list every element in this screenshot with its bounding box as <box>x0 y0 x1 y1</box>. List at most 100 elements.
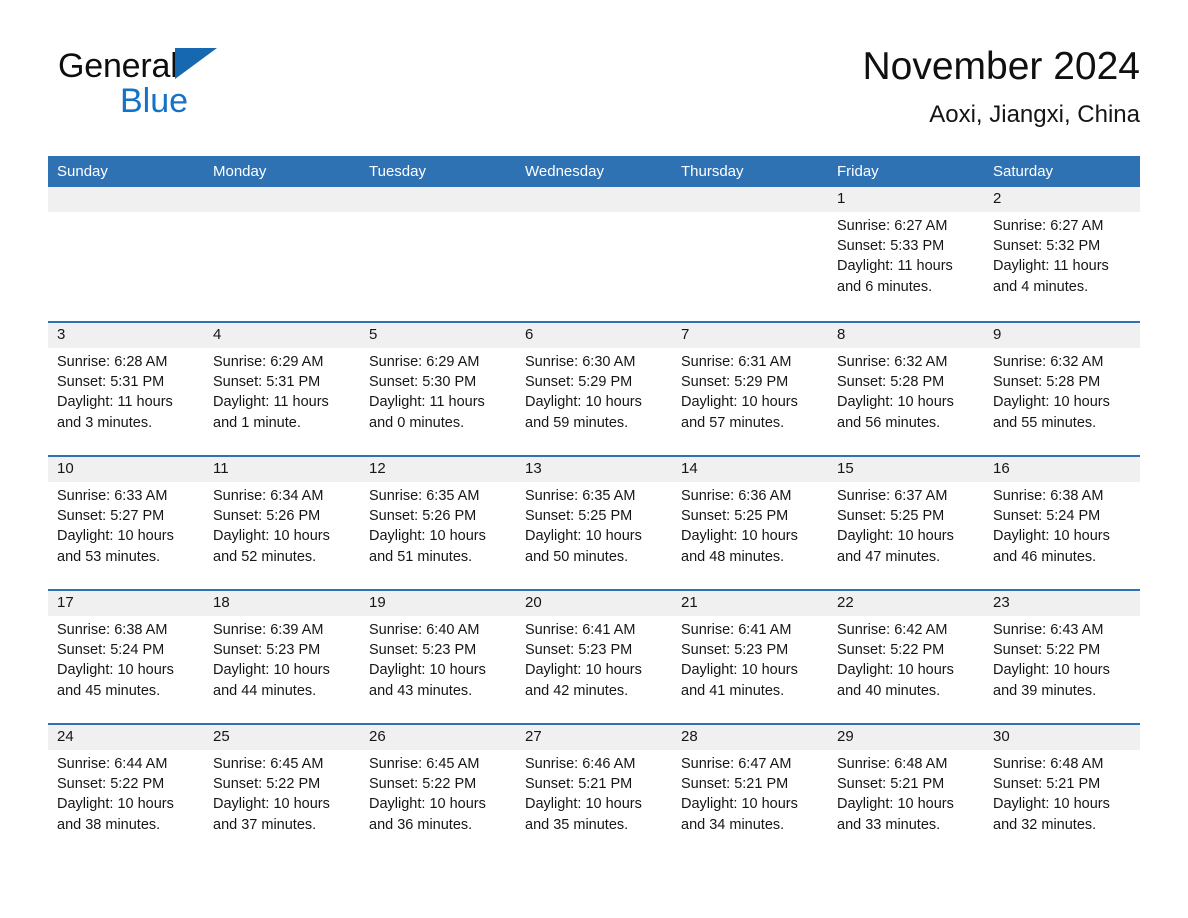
day-details: Sunrise: 6:41 AM Sunset: 5:23 PM Daylight:… <box>525 620 663 701</box>
day-details: Sunrise: 6:28 AM Sunset: 5:31 PM Daylight:… <box>57 352 195 433</box>
day-details: Sunrise: 6:45 AM Sunset: 5:22 PM Daylight:… <box>213 754 351 835</box>
title-block: November 2024 Aoxi, Jiangxi, China <box>863 44 1141 131</box>
day-cell-14[interactable]: 14 Sunrise: 6:36 AM Sunset: 5:25 PM Dayligh… <box>672 457 828 589</box>
sunrise-text: Sunrise: 6:32 AM <box>837 354 948 370</box>
day-cell-3[interactable]: 3 Sunrise: 6:28 AM Sunset: 5:31 PM Daylight… <box>48 323 204 455</box>
day-cell-18[interactable]: 18 Sunrise: 6:39 AM Sunset: 5:23 PM Dayligh… <box>204 591 360 723</box>
day-number: 6 <box>525 326 534 343</box>
day-cell-6[interactable]: 6 Sunrise: 6:30 AM Sunset: 5:29 PM Daylight… <box>516 323 672 455</box>
daylight-text: Daylight: 10 hours and 55 minutes. <box>993 394 1110 431</box>
sunset-text: Sunset: 5:22 PM <box>57 776 165 793</box>
sunrise-text: Sunrise: 6:28 AM <box>57 354 168 370</box>
sunset-text: Sunset: 5:29 PM <box>681 374 789 391</box>
day-cell-empty <box>48 187 204 321</box>
calendar-week-row: 1 Sunrise: 6:27 AM Sunset: 5:33 PM Daylight… <box>48 187 1140 321</box>
day-number: 27 <box>525 728 542 745</box>
sunrise-text: Sunrise: 6:36 AM <box>681 488 792 504</box>
sunset-text: Sunset: 5:21 PM <box>993 776 1101 793</box>
sunset-text: Sunset: 5:22 PM <box>213 776 321 793</box>
day-number: 17 <box>57 594 74 611</box>
daylight-text: Daylight: 10 hours and 56 minutes. <box>837 394 954 431</box>
day-cell-17[interactable]: 17 Sunrise: 6:38 AM Sunset: 5:24 PM Dayligh… <box>48 591 204 723</box>
sunrise-text: Sunrise: 6:29 AM <box>369 354 480 370</box>
daylight-text: Daylight: 10 hours and 32 minutes. <box>993 796 1110 833</box>
day-cell-20[interactable]: 20 Sunrise: 6:41 AM Sunset: 5:23 PM Dayligh… <box>516 591 672 723</box>
sunrise-text: Sunrise: 6:27 AM <box>837 218 948 234</box>
weekday-header-thursday: Thursday <box>681 163 744 180</box>
sunset-text: Sunset: 5:22 PM <box>837 642 945 659</box>
day-cell-10[interactable]: 10 Sunrise: 6:33 AM Sunset: 5:27 PM Dayligh… <box>48 457 204 589</box>
day-cell-29[interactable]: 29 Sunrise: 6:48 AM Sunset: 5:21 PM Dayligh… <box>828 725 984 857</box>
day-number: 15 <box>837 460 854 477</box>
daylight-text: Daylight: 10 hours and 43 minutes. <box>369 662 486 699</box>
day-details: Sunrise: 6:33 AM Sunset: 5:27 PM Daylight:… <box>57 486 195 567</box>
day-details: Sunrise: 6:29 AM Sunset: 5:30 PM Daylight:… <box>369 352 507 433</box>
day-cell-30[interactable]: 30 Sunrise: 6:48 AM Sunset: 5:21 PM Dayligh… <box>984 725 1140 857</box>
day-cell-27[interactable]: 27 Sunrise: 6:46 AM Sunset: 5:21 PM Dayligh… <box>516 725 672 857</box>
day-cell-1[interactable]: 1 Sunrise: 6:27 AM Sunset: 5:33 PM Daylight… <box>828 187 984 321</box>
daylight-text: Daylight: 10 hours and 50 minutes. <box>525 528 642 565</box>
day-details: Sunrise: 6:45 AM Sunset: 5:22 PM Daylight:… <box>369 754 507 835</box>
day-details: Sunrise: 6:31 AM Sunset: 5:29 PM Daylight:… <box>681 352 819 433</box>
day-details: Sunrise: 6:48 AM Sunset: 5:21 PM Daylight:… <box>993 754 1131 835</box>
day-cell-15[interactable]: 15 Sunrise: 6:37 AM Sunset: 5:25 PM Dayligh… <box>828 457 984 589</box>
day-number: 23 <box>993 594 1010 611</box>
day-cell-24[interactable]: 24 Sunrise: 6:44 AM Sunset: 5:22 PM Dayligh… <box>48 725 204 857</box>
day-number: 12 <box>369 460 386 477</box>
calendar-grid: Sunday Monday Tuesday Wednesday Thursday Frid… <box>48 156 1140 857</box>
sunrise-text: Sunrise: 6:27 AM <box>993 218 1104 234</box>
daylight-text: Daylight: 10 hours and 57 minutes. <box>681 394 798 431</box>
page-subtitle: Aoxi, Jiangxi, China <box>929 101 1140 128</box>
day-cell-12[interactable]: 12 Sunrise: 6:35 AM Sunset: 5:26 PM Dayligh… <box>360 457 516 589</box>
day-details: Sunrise: 6:47 AM Sunset: 5:21 PM Daylight:… <box>681 754 819 835</box>
day-cell-8[interactable]: 8 Sunrise: 6:32 AM Sunset: 5:28 PM Daylight… <box>828 323 984 455</box>
weekday-header-friday: Friday <box>837 163 879 180</box>
weekday-header-tuesday: Tuesday <box>369 163 426 180</box>
day-cell-5[interactable]: 5 Sunrise: 6:29 AM Sunset: 5:30 PM Daylight… <box>360 323 516 455</box>
daylight-text: Daylight: 11 hours and 4 minutes. <box>993 258 1109 295</box>
day-details: Sunrise: 6:29 AM Sunset: 5:31 PM Daylight:… <box>213 352 351 433</box>
day-cell-7[interactable]: 7 Sunrise: 6:31 AM Sunset: 5:29 PM Daylight… <box>672 323 828 455</box>
day-details: Sunrise: 6:41 AM Sunset: 5:23 PM Daylight:… <box>681 620 819 701</box>
day-number: 14 <box>681 460 698 477</box>
day-number: 2 <box>993 190 1002 207</box>
generalblue-logo[interactable]: General Blue <box>58 46 258 120</box>
calendar-week-row: 17 Sunrise: 6:38 AM Sunset: 5:24 PM Dayligh… <box>48 589 1140 723</box>
day-number: 13 <box>525 460 542 477</box>
day-cell-23[interactable]: 23 Sunrise: 6:43 AM Sunset: 5:22 PM Dayligh… <box>984 591 1140 723</box>
day-details: Sunrise: 6:27 AM Sunset: 5:32 PM Daylight:… <box>993 216 1131 297</box>
day-cell-2[interactable]: 2 Sunrise: 6:27 AM Sunset: 5:32 PM Daylight… <box>984 187 1140 321</box>
day-number: 21 <box>681 594 698 611</box>
daylight-text: Daylight: 10 hours and 52 minutes. <box>213 528 330 565</box>
day-number: 7 <box>681 326 690 343</box>
day-cell-19[interactable]: 19 Sunrise: 6:40 AM Sunset: 5:23 PM Dayligh… <box>360 591 516 723</box>
calendar-weeks: 1 Sunrise: 6:27 AM Sunset: 5:33 PM Daylight… <box>48 187 1140 857</box>
daylight-text: Daylight: 10 hours and 33 minutes. <box>837 796 954 833</box>
logo-triangle-icon <box>174 48 217 79</box>
day-cell-9[interactable]: 9 Sunrise: 6:32 AM Sunset: 5:28 PM Daylight… <box>984 323 1140 455</box>
daylight-text: Daylight: 10 hours and 36 minutes. <box>369 796 486 833</box>
daylight-text: Daylight: 11 hours and 3 minutes. <box>57 394 173 431</box>
day-details: Sunrise: 6:34 AM Sunset: 5:26 PM Daylight:… <box>213 486 351 567</box>
sunrise-text: Sunrise: 6:37 AM <box>837 488 948 504</box>
day-cell-11[interactable]: 11 Sunrise: 6:34 AM Sunset: 5:26 PM Dayligh… <box>204 457 360 589</box>
sunset-text: Sunset: 5:29 PM <box>525 374 633 391</box>
day-cell-13[interactable]: 13 Sunrise: 6:35 AM Sunset: 5:25 PM Dayligh… <box>516 457 672 589</box>
sunset-text: Sunset: 5:21 PM <box>681 776 789 793</box>
sunset-text: Sunset: 5:31 PM <box>213 374 321 391</box>
day-cell-28[interactable]: 28 Sunrise: 6:47 AM Sunset: 5:21 PM Dayligh… <box>672 725 828 857</box>
day-details: Sunrise: 6:43 AM Sunset: 5:22 PM Daylight:… <box>993 620 1131 701</box>
day-cell-21[interactable]: 21 Sunrise: 6:41 AM Sunset: 5:23 PM Dayligh… <box>672 591 828 723</box>
sunset-text: Sunset: 5:21 PM <box>525 776 633 793</box>
weekday-header-sunday: Sunday <box>57 163 108 180</box>
day-cell-4[interactable]: 4 Sunrise: 6:29 AM Sunset: 5:31 PM Daylight… <box>204 323 360 455</box>
day-details: Sunrise: 6:42 AM Sunset: 5:22 PM Daylight:… <box>837 620 975 701</box>
sunset-text: Sunset: 5:33 PM <box>837 238 945 255</box>
day-cell-26[interactable]: 26 Sunrise: 6:45 AM Sunset: 5:22 PM Dayligh… <box>360 725 516 857</box>
day-cell-22[interactable]: 22 Sunrise: 6:42 AM Sunset: 5:22 PM Dayligh… <box>828 591 984 723</box>
day-cell-16[interactable]: 16 Sunrise: 6:38 AM Sunset: 5:24 PM Dayligh… <box>984 457 1140 589</box>
day-number: 30 <box>993 728 1010 745</box>
day-details: Sunrise: 6:40 AM Sunset: 5:23 PM Daylight:… <box>369 620 507 701</box>
day-cell-25[interactable]: 25 Sunrise: 6:45 AM Sunset: 5:22 PM Dayligh… <box>204 725 360 857</box>
daylight-text: Daylight: 11 hours and 1 minute. <box>213 394 329 431</box>
